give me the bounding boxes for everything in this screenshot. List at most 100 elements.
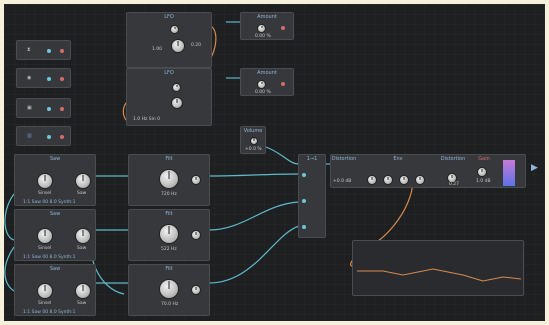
filter-cutoff-knob[interactable] <box>159 224 179 244</box>
osc-shape-label: Saw <box>77 246 87 251</box>
lfo-rate-knob[interactable] <box>172 83 181 92</box>
mixer-in-3[interactable] <box>302 225 306 229</box>
output-port-b[interactable] <box>60 77 64 81</box>
filter-res-knob[interactable] <box>191 230 201 240</box>
lfo-module-1[interactable]: LFO 1.00 0.20 <box>126 12 212 68</box>
osc-module-2[interactable]: Saw Sinsel Saw 1:1 Saw 00 8.0 Synth:1 <box>14 209 96 261</box>
mixer-in-1[interactable] <box>302 173 306 177</box>
filter-value: 720 Hz <box>161 192 177 197</box>
lfo-rate-knob[interactable] <box>171 39 185 53</box>
amount-out-port[interactable] <box>281 82 285 86</box>
amount-module-1[interactable]: Amount 0.00 % <box>240 12 294 40</box>
filter-title: Filt <box>165 211 173 217</box>
output-port-a[interactable] <box>47 77 51 81</box>
osc-saw-knob[interactable] <box>75 283 91 299</box>
osc-waveform-label: Sinsel <box>38 191 52 196</box>
filter-module-2[interactable]: Filt 522 Hz <box>128 209 210 261</box>
distortion-value: +0.0 dB <box>333 179 352 184</box>
filter-module-3[interactable]: Filt 70.0 Hz <box>128 264 210 316</box>
envelope-graph[interactable] <box>352 240 524 296</box>
lfo-depth-knob[interactable] <box>170 25 179 34</box>
wire-cyan-7 <box>208 173 300 177</box>
osc-saw-knob[interactable] <box>75 173 91 189</box>
volume-title: Volume <box>243 128 263 134</box>
amount-title: Amount <box>257 14 277 20</box>
filter-res-knob[interactable] <box>191 285 201 295</box>
gain-knob[interactable] <box>477 167 487 177</box>
amount-module-2[interactable]: Amount 0.00 % <box>240 68 294 96</box>
env-attack-knob[interactable] <box>367 175 377 185</box>
input-port-a[interactable] <box>47 49 51 53</box>
misc-port-b[interactable] <box>60 107 64 111</box>
filter-value: 70.0 Hz <box>161 302 179 307</box>
midi-port-b[interactable] <box>60 135 64 139</box>
osc-title: Saw <box>49 156 61 162</box>
output-module[interactable]: ◉ <box>16 68 71 88</box>
osc-saw-knob[interactable] <box>75 228 91 244</box>
lfo-title: LFO <box>164 70 174 76</box>
mixer-module[interactable]: 1→1 <box>298 154 326 238</box>
midi-icon: ▥ <box>27 133 32 139</box>
filter-title: Filt <box>165 156 173 162</box>
gain-value: 1.0 dB <box>476 179 491 184</box>
input-module[interactable]: ⧗ <box>16 40 71 60</box>
osc-shape-label: Saw <box>77 301 87 306</box>
input-icon: ⧗ <box>27 47 31 53</box>
osc-module-1[interactable]: Saw Sinsel Saw 1:1 Saw 00 8.0 Synth:1 <box>14 154 96 206</box>
lfo-depth-knob[interactable] <box>171 97 183 109</box>
filter-module-1[interactable]: Filt 720 Hz <box>128 154 210 206</box>
env-release-knob[interactable] <box>415 175 425 185</box>
osc-waveform-label: Sinsel <box>38 246 52 251</box>
amount-title: Amount <box>257 70 277 76</box>
midi-module[interactable]: ▥ <box>16 126 71 146</box>
filter-cutoff-knob[interactable] <box>159 279 179 299</box>
amount-knob[interactable] <box>257 24 266 33</box>
patch-canvas[interactable]: ⧗ ◉ ▣ ▥ LFO 1.00 0.20 LFO 1.0 Hz Sin 0 A… <box>4 4 545 321</box>
distortion2-value: 0.27 <box>449 182 460 187</box>
wire-cyan-9 <box>208 225 300 284</box>
wire-cyan-10 <box>265 146 300 165</box>
effects-chain[interactable]: Distortion +0.0 dB Env Distortion 0.27 G… <box>330 154 526 188</box>
osc-title: Saw <box>49 266 61 272</box>
volume-module[interactable]: Volume +0.0 % <box>240 126 266 154</box>
play-icon[interactable]: ▶ <box>531 164 538 173</box>
amount-out-port[interactable] <box>281 26 285 30</box>
osc-readout: 1:1 Saw 00 8.0 Synth:1 <box>23 310 76 315</box>
osc-title: Saw <box>49 211 61 217</box>
filter-title: Filt <box>165 266 173 272</box>
env-decay-knob[interactable] <box>383 175 393 185</box>
distortion-title: Distortion <box>331 156 357 162</box>
env-sustain-knob[interactable] <box>399 175 409 185</box>
osc-waveform-label: Sinsel <box>38 301 52 306</box>
osc-readout: 1:1 Saw 00 8.0 Synth:1 <box>23 200 76 205</box>
osc-sinsel-knob[interactable] <box>37 228 53 244</box>
envelope-curve <box>357 268 522 282</box>
mixer-in-2[interactable] <box>302 199 306 203</box>
filter-value: 522 Hz <box>161 247 177 252</box>
misc-port-a[interactable] <box>47 107 51 111</box>
lfo-right-value: 0.20 <box>191 43 202 48</box>
midi-port-a[interactable] <box>47 135 51 139</box>
volume-knob[interactable] <box>250 137 258 145</box>
osc-sinsel-knob[interactable] <box>37 173 53 189</box>
gain-title: Gain <box>478 156 490 162</box>
briefcase-icon: ▣ <box>27 105 32 111</box>
osc-module-3[interactable]: Saw Sinsel Saw 1:1 Saw 00 8.0 Synth:1 <box>14 264 96 316</box>
filter-res-knob[interactable] <box>191 175 201 185</box>
amount-value: 0.00 % <box>255 90 271 95</box>
amount-value: 0.00 % <box>255 34 271 39</box>
osc-readout: 1:1 Saw 00 8.0 Synth:1 <box>23 255 76 260</box>
osc-sinsel-knob[interactable] <box>37 283 53 299</box>
lfo-module-2[interactable]: LFO 1.0 Hz Sin 0 <box>126 68 212 126</box>
input-port-b[interactable] <box>60 49 64 53</box>
lfo-title: LFO <box>164 14 174 20</box>
misc-module[interactable]: ▣ <box>16 98 71 118</box>
output-icon: ◉ <box>27 75 32 81</box>
distortion2-title: Distortion <box>440 156 466 162</box>
volume-value: +0.0 % <box>245 147 262 152</box>
filter-cutoff-knob[interactable] <box>159 169 179 189</box>
level-meter <box>503 160 515 186</box>
mixer-title: 1→1 <box>306 156 318 162</box>
amount-knob[interactable] <box>257 80 266 89</box>
lfo-footer: 1.0 Hz Sin 0 <box>133 117 161 122</box>
